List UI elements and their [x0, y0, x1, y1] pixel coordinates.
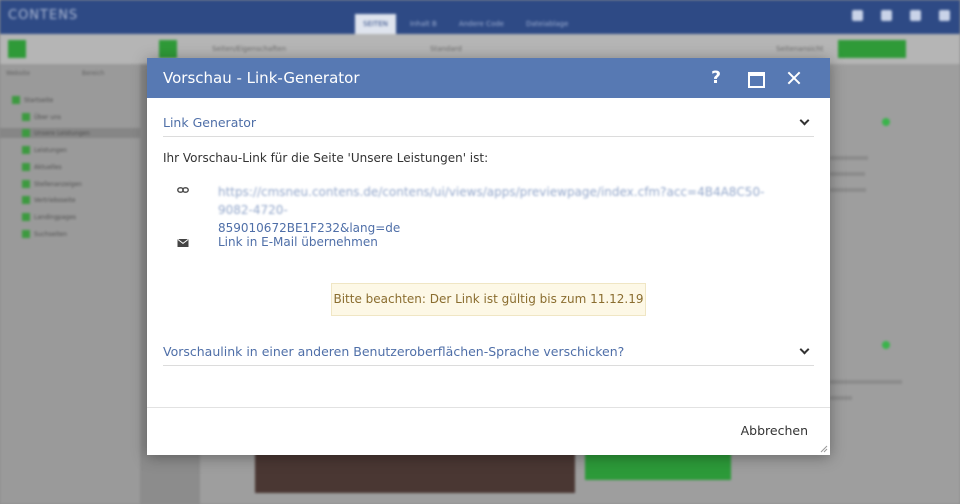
- tree-item[interactable]: Über uns: [22, 112, 61, 122]
- maximize-icon[interactable]: [744, 66, 768, 90]
- tree-item[interactable]: Suchseiten: [22, 229, 67, 239]
- tab-inhalt[interactable]: Inhalt B: [402, 14, 445, 34]
- tree-item[interactable]: Startseite: [12, 95, 53, 105]
- help-icon[interactable]: ?: [704, 66, 728, 90]
- dialog-title: Vorschau - Link-Generator: [163, 69, 360, 87]
- resize-grip-icon[interactable]: [818, 443, 828, 453]
- dialog-footer: Abbrechen: [147, 407, 830, 455]
- chevron-down-icon: [799, 344, 810, 355]
- topbar-icons: [852, 10, 950, 21]
- home-icon[interactable]: [910, 10, 921, 21]
- tree-item[interactable]: Aktuelles: [22, 162, 62, 172]
- section-title: Link Generator: [163, 115, 257, 130]
- language-section-header[interactable]: Vorschaulink in einer anderen Benutzerob…: [163, 332, 814, 366]
- preview-text: [830, 172, 865, 176]
- settings-icon[interactable]: [939, 10, 950, 21]
- preview-text: [830, 396, 852, 400]
- cancel-button[interactable]: Abbrechen: [741, 423, 808, 438]
- mail-link[interactable]: Link in E-Mail übernehmen: [218, 235, 378, 249]
- add-button[interactable]: [8, 40, 26, 58]
- preview-text: [830, 188, 866, 192]
- app-topbar: CONTENS SEITEN Inhalt B Andere Code Date…: [0, 0, 960, 34]
- folder-icon[interactable]: [881, 10, 892, 21]
- tab-seiten[interactable]: SEITEN: [355, 14, 396, 34]
- sidebar-header-left: Website: [6, 70, 30, 77]
- link-icon: [177, 187, 189, 193]
- sidebar-header-right: Bereich: [81, 70, 105, 77]
- intro-text: Ihr Vorschau-Link für die Seite 'Unsere …: [163, 151, 489, 165]
- preview-url-part2: 859010672BE1F232&lang=de: [218, 221, 401, 235]
- tree-item-selected[interactable]: Unsere Leistungen: [0, 128, 140, 138]
- close-icon[interactable]: [782, 66, 806, 90]
- user-icon[interactable]: [852, 10, 863, 21]
- status-dot: [882, 341, 890, 349]
- section-title: Vorschaulink in einer anderen Benutzerob…: [163, 344, 625, 359]
- tree-item[interactable]: Leistungen: [22, 145, 67, 155]
- tab-code[interactable]: Andere Code: [451, 14, 512, 34]
- new-page-button[interactable]: [159, 40, 177, 58]
- tree-item[interactable]: Vertriebsseite: [22, 195, 75, 205]
- view-select[interactable]: Standard: [430, 45, 462, 53]
- mail-link-row: Link in E-Mail übernehmen: [177, 235, 378, 249]
- preview-link-dialog: Vorschau - Link-Generator ? Link Generat…: [147, 58, 830, 455]
- preview-url-part1: https://cmsneu.contens.de/contens/ui/vie…: [218, 185, 765, 217]
- validity-notice: Bitte beachten: Der Link ist gültig bis …: [331, 283, 646, 316]
- tree-item[interactable]: Stellenanzeigen: [22, 179, 82, 189]
- preview-url-link[interactable]: https://cmsneu.contens.de/contens/ui/vie…: [218, 183, 778, 237]
- preview-link-row: https://cmsneu.contens.de/contens/ui/vie…: [177, 183, 778, 237]
- link-generator-section-header[interactable]: Link Generator: [163, 103, 814, 137]
- sidebar-header: Website Bereich: [0, 70, 140, 77]
- page-view-label[interactable]: Seitenansicht: [776, 45, 824, 53]
- dialog-header: Vorschau - Link-Generator ?: [147, 58, 830, 98]
- tree-item[interactable]: Landingpages: [22, 212, 76, 222]
- top-tabs: SEITEN Inhalt B Andere Code Dateiablage: [355, 14, 576, 34]
- status-dot: [882, 118, 890, 126]
- preview-text: [830, 380, 902, 384]
- publish-button[interactable]: [838, 40, 906, 58]
- tab-dateiablage[interactable]: Dateiablage: [518, 14, 576, 34]
- app-logo: CONTENS: [8, 8, 79, 23]
- chevron-down-icon: [799, 115, 810, 126]
- mail-icon: [177, 238, 189, 247]
- toolbar-search[interactable]: Seiten/Eigenschaften: [212, 45, 286, 53]
- preview-cta-button[interactable]: [585, 452, 731, 480]
- preview-text: [830, 156, 868, 160]
